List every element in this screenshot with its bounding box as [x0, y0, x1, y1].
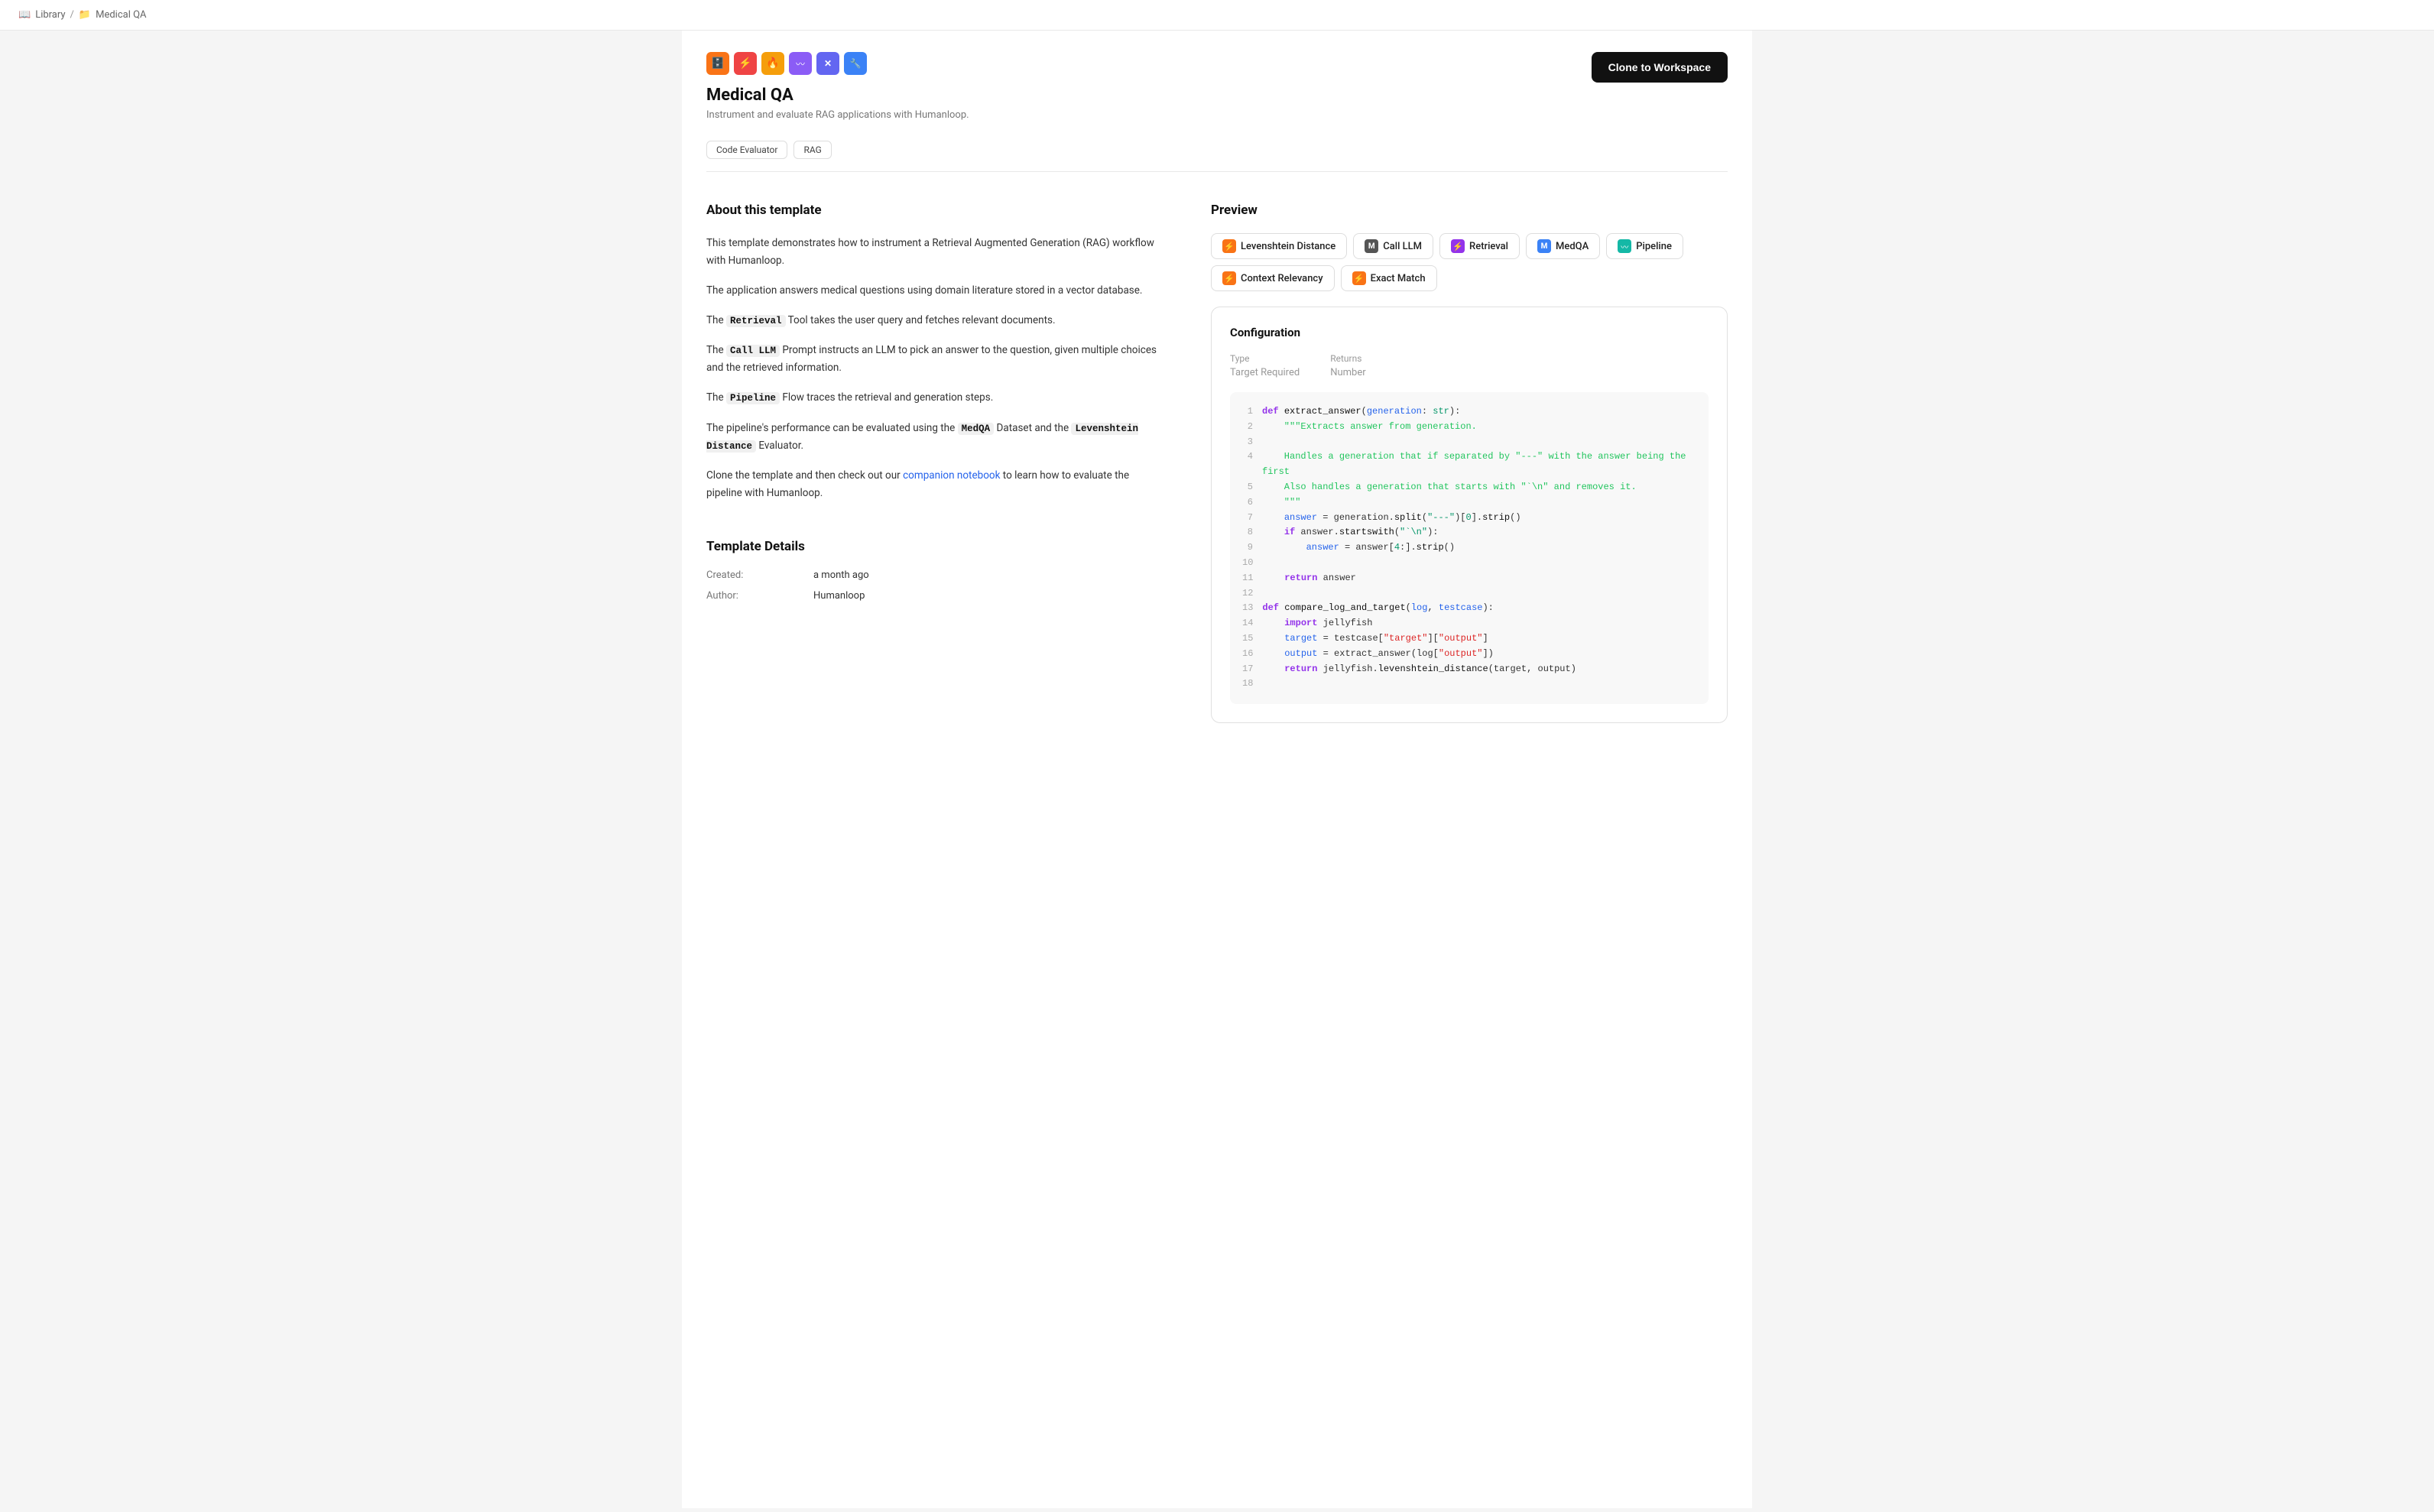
tab-retrieval-icon: ⚡ [1451, 239, 1465, 253]
tab-levenshtein-icon: ⚡ [1222, 239, 1236, 253]
code-line-13: 13 def compare_log_and_target(log, testc… [1242, 601, 1696, 616]
code-line-4: 4 Handles a generation that if separated… [1242, 449, 1696, 480]
code-block: 1 def extract_answer(generation: str): 2… [1230, 392, 1709, 704]
breadcrumb-library[interactable]: Library [35, 9, 65, 21]
code-line-17: 17 return jellyfish.levenshtein_distance… [1242, 662, 1696, 677]
icon-row: 🗄️ ⚡ 🔥 〰 ✕ 🔧 [706, 52, 969, 75]
tab-call-llm-label: Call LLM [1383, 241, 1422, 252]
tab-medqa-icon: M [1537, 239, 1551, 253]
tab-exact-match-icon: ⚡ [1352, 271, 1366, 285]
medqa-code: MedQA [958, 423, 995, 435]
config-type: Type Target Required [1230, 353, 1300, 378]
left-column: About this template This template demons… [706, 203, 1165, 723]
tags-row: Code Evaluator RAG [706, 133, 1728, 171]
preview-title: Preview [1211, 203, 1728, 218]
config-returns-value: Number [1330, 367, 1365, 378]
tab-exact-match[interactable]: ⚡ Exact Match [1341, 265, 1437, 291]
companion-notebook-link[interactable]: companion notebook [903, 469, 1000, 482]
code-line-3: 3 [1242, 435, 1696, 450]
config-title: Configuration [1230, 326, 1709, 339]
created-value: a month ago [813, 569, 869, 581]
code-line-16: 16 output = extract_answer(log["output"]… [1242, 647, 1696, 662]
detail-author: Author: Humanloop [706, 590, 1165, 602]
tab-context-relevancy-icon: ⚡ [1222, 271, 1236, 285]
tab-levenshtein-distance[interactable]: ⚡ Levenshtein Distance [1211, 233, 1347, 259]
main-content: About this template This template demons… [706, 172, 1728, 754]
template-details-title: Template Details [706, 539, 1165, 554]
config-rows: Type Target Required Returns Number [1230, 353, 1709, 378]
right-column: Preview ⚡ Levenshtein Distance M Call LL… [1211, 203, 1728, 723]
about-para-2: The application answers medical question… [706, 282, 1165, 300]
tag-rag: RAG [793, 141, 831, 159]
tab-exact-match-label: Exact Match [1371, 273, 1426, 284]
tab-retrieval-label: Retrieval [1469, 241, 1508, 252]
code-line-18: 18 [1242, 677, 1696, 692]
config-card: Configuration Type Target Required Retur… [1211, 307, 1728, 723]
tab-medqa-label: MedQA [1556, 241, 1589, 252]
code-line-6: 6 """ [1242, 495, 1696, 511]
icon-6: 🔧 [844, 52, 867, 75]
template-details-section: Template Details Created: a month ago Au… [706, 539, 1165, 602]
preview-tabs: ⚡ Levenshtein Distance M Call LLM ⚡ Retr… [1211, 233, 1728, 291]
tab-pipeline-icon: 〰 [1618, 239, 1631, 253]
created-label: Created: [706, 569, 813, 581]
breadcrumb-current: Medical QA [96, 9, 146, 21]
tab-levenshtein-label: Levenshtein Distance [1241, 241, 1335, 252]
icon-4: 〰 [789, 52, 812, 75]
tab-medqa[interactable]: M MedQA [1526, 233, 1600, 259]
code-line-1: 1 def extract_answer(generation: str): [1242, 404, 1696, 420]
about-para-6: The pipeline's performance can be evalua… [706, 420, 1165, 456]
tab-call-llm[interactable]: M Call LLM [1353, 233, 1433, 259]
about-para-4: The Call LLM Prompt instructs an LLM to … [706, 342, 1165, 377]
tab-context-relevancy-label: Context Relevancy [1241, 273, 1323, 284]
about-para-5: The Pipeline Flow traces the retrieval a… [706, 389, 1165, 407]
tab-context-relevancy[interactable]: ⚡ Context Relevancy [1211, 265, 1335, 291]
code-line-5: 5 Also handles a generation that starts … [1242, 480, 1696, 495]
code-line-8: 8 if answer.startswith("`\n"): [1242, 525, 1696, 540]
about-para-1: This template demonstrates how to instru… [706, 235, 1165, 270]
config-type-value: Target Required [1230, 367, 1300, 378]
code-line-9: 9 answer = answer[4:].strip() [1242, 540, 1696, 556]
levenshtein-code: Levenshtein Distance [706, 423, 1138, 453]
config-returns-label: Returns [1330, 353, 1365, 364]
code-line-2: 2 """Extracts answer from generation. [1242, 420, 1696, 435]
author-value: Humanloop [813, 590, 865, 602]
page-title: Medical QA [706, 86, 969, 105]
icon-3: 🔥 [761, 52, 784, 75]
tab-pipeline[interactable]: 〰 Pipeline [1606, 233, 1683, 259]
pipeline-code: Pipeline [726, 392, 780, 404]
retrieval-code: Retrieval [726, 315, 786, 327]
breadcrumb-folder-icon: 📁 [79, 9, 91, 21]
tab-call-llm-icon: M [1365, 239, 1378, 253]
tag-code-evaluator: Code Evaluator [706, 141, 787, 159]
code-line-12: 12 [1242, 586, 1696, 602]
config-type-label: Type [1230, 353, 1300, 364]
breadcrumb-separator: / [70, 9, 74, 21]
icon-1: 🗄️ [706, 52, 729, 75]
code-line-11: 11 return answer [1242, 571, 1696, 586]
about-para-3: The Retrieval Tool takes the user query … [706, 312, 1165, 329]
author-label: Author: [706, 590, 813, 602]
tab-retrieval[interactable]: ⚡ Retrieval [1439, 233, 1520, 259]
call-llm-code: Call LLM [726, 345, 780, 357]
page-header: 🗄️ ⚡ 🔥 〰 ✕ 🔧 Medical QA Instrument and e… [706, 31, 1728, 133]
code-line-7: 7 answer = generation.split("---")[0].st… [1242, 511, 1696, 526]
code-line-14: 14 import jellyfish [1242, 616, 1696, 631]
clone-to-workspace-button[interactable]: Clone to Workspace [1592, 52, 1728, 83]
breadcrumb-book-icon: 📖 [18, 9, 31, 21]
icon-5: ✕ [816, 52, 839, 75]
header-left: 🗄️ ⚡ 🔥 〰 ✕ 🔧 Medical QA Instrument and e… [706, 52, 969, 121]
about-title: About this template [706, 203, 1165, 218]
detail-created: Created: a month ago [706, 569, 1165, 581]
config-returns: Returns Number [1330, 353, 1365, 378]
tab-pipeline-label: Pipeline [1636, 241, 1672, 252]
code-line-15: 15 target = testcase["target"]["output"] [1242, 631, 1696, 647]
breadcrumb: 📖 Library / 📁 Medical QA [0, 0, 2434, 31]
icon-2: ⚡ [734, 52, 757, 75]
code-line-10: 10 [1242, 556, 1696, 571]
page-subtitle: Instrument and evaluate RAG applications… [706, 109, 969, 121]
about-para-7: Clone the template and then check out ou… [706, 467, 1165, 502]
